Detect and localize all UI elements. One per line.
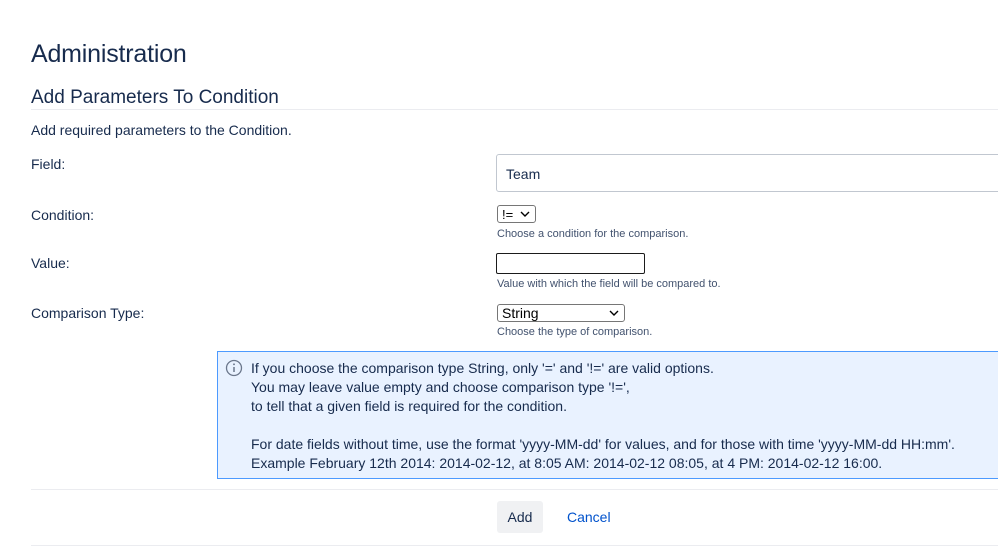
section-title: Add Parameters To Condition [31, 87, 279, 108]
value-input[interactable] [496, 253, 645, 274]
page: Administration Add Parameters To Conditi… [0, 0, 998, 558]
cancel-link[interactable]: Cancel [567, 509, 611, 525]
chevron-down-icon [609, 310, 619, 316]
condition-help: Choose a condition for the comparison. [497, 228, 689, 240]
chevron-down-icon [520, 211, 530, 217]
info-line: If you choose the comparison type String… [251, 360, 714, 376]
info-line: You may leave value empty and choose com… [251, 379, 630, 395]
info-line: For date fields without time, use the fo… [251, 436, 955, 452]
divider [31, 545, 998, 546]
condition-select[interactable]: != [497, 205, 536, 223]
condition-selected-value: != [502, 207, 514, 222]
comparison-type-selected-value: String [502, 305, 539, 321]
info-line: to tell that a given field is required f… [251, 398, 567, 414]
info-message: If you choose the comparison type String… [217, 351, 998, 479]
divider [31, 489, 998, 490]
value-label: Value: [31, 255, 70, 271]
field-display: Team [496, 154, 998, 192]
section-description: Add required parameters to the Condition… [31, 122, 292, 138]
info-line: Example February 12th 2014: 2014-02-12, … [251, 455, 883, 471]
comparison-type-label: Comparison Type: [31, 305, 145, 321]
page-title: Administration [31, 40, 187, 68]
value-help: Value with which the field will be compa… [497, 278, 721, 290]
section-divider [31, 109, 998, 110]
add-button[interactable]: Add [497, 501, 543, 533]
info-circle-icon [225, 359, 243, 377]
field-label: Field: [31, 156, 66, 172]
field-value: Team [506, 166, 541, 182]
comparison-type-select[interactable]: String [497, 304, 625, 322]
comparison-type-help: Choose the type of comparison. [497, 326, 653, 338]
condition-label: Condition: [31, 207, 95, 223]
